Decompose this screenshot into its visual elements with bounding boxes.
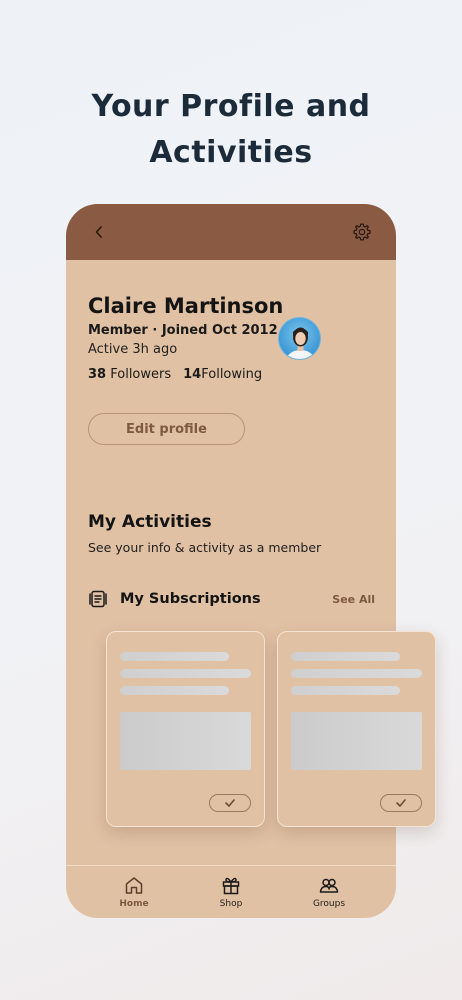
following-stat[interactable]: 14Following [183,367,262,382]
member-since: Member · Joined Oct 2012 [88,323,278,338]
checkmark-icon [225,799,235,807]
nav-label-home: Home [119,899,149,909]
settings-gear-icon[interactable] [352,222,372,242]
placeholder-line [291,686,400,695]
headline-line-1: Your Profile and [91,89,371,124]
placeholder-image [291,712,422,770]
profile-name: Claire Martinson [88,294,284,318]
followers-label: Followers [110,367,172,382]
follow-stats: 38 Followers 14Following [88,367,262,382]
placeholder-line [291,669,422,678]
followers-stat[interactable]: 38 Followers [88,367,171,382]
nav-item-shop[interactable]: Shop [196,876,266,909]
placeholder-line [120,669,251,678]
checkmark-icon [396,799,406,807]
following-count: 14 [183,367,202,382]
bottom-nav-divider [66,865,396,866]
following-label: Following [201,367,263,382]
back-chevron-icon[interactable] [92,224,106,240]
subscriptions-list-icon [88,589,108,609]
last-active: Active 3h ago [88,342,178,357]
check-button[interactable] [209,794,251,812]
subscriptions-header: My Subscriptions See All [88,588,375,610]
gift-icon [222,877,240,895]
activities-subtitle: See your info & activity as a member [88,540,322,555]
check-button[interactable] [380,794,422,812]
nav-item-home[interactable]: Home [99,876,169,909]
placeholder-image [120,712,251,770]
subscription-card[interactable] [106,631,265,827]
edit-profile-button[interactable]: Edit profile [88,413,245,445]
page-headline: Your Profile and Activities [0,84,462,176]
groups-icon [319,878,339,893]
avatar[interactable] [278,317,321,360]
activities-title: My Activities [88,512,212,532]
nav-label-groups: Groups [312,899,346,909]
see-all-link[interactable]: See All [332,593,375,606]
home-icon [125,877,143,894]
nav-item-groups[interactable]: Groups [294,876,364,909]
placeholder-line [120,686,229,695]
followers-count: 38 [88,367,107,382]
app-header [66,204,396,260]
headline-line-2: Activities [149,135,313,170]
subscription-card[interactable] [277,631,436,827]
placeholder-line [120,652,229,661]
placeholder-line [291,652,400,661]
nav-label-shop: Shop [219,899,243,909]
subscriptions-label: My Subscriptions [120,591,261,607]
